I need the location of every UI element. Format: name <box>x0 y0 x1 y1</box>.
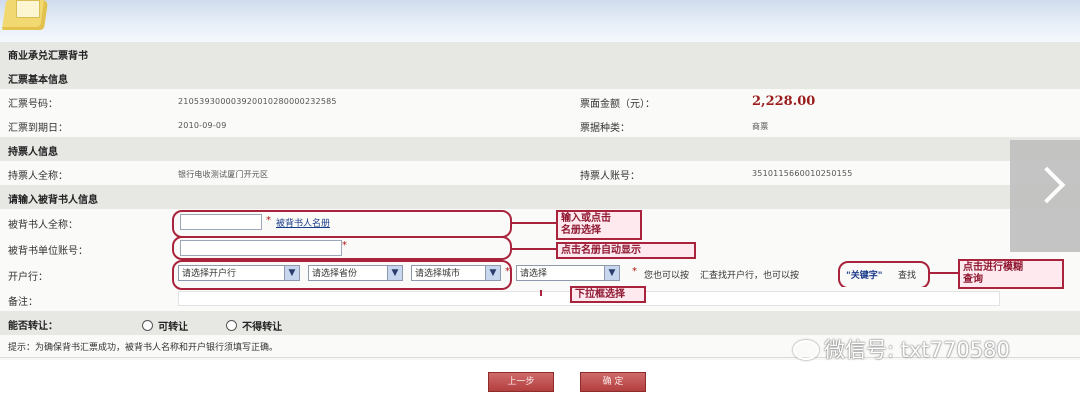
transfer-option-deny[interactable]: 不得转让 <box>226 316 282 335</box>
watermark-text: 微信号: txt770580 <box>824 338 1010 362</box>
annotation-connector <box>512 222 556 224</box>
transfer-option-allow[interactable]: 可转让 <box>142 316 188 335</box>
annotation-connector <box>930 272 958 274</box>
bill-number-value: 210539300003920010280000232585 <box>178 97 337 106</box>
table-row <box>0 113 1080 138</box>
chevron-right-icon <box>1028 166 1066 204</box>
keyword-search-link[interactable]: "关键字" <box>846 268 882 281</box>
bill-type-value: 商票 <box>752 122 769 131</box>
callout-search: 点击进行模糊 查询 <box>958 259 1064 289</box>
endorsee-account-label: 被背书单位账号： <box>8 246 88 257</box>
annotation-box-bank <box>172 260 512 290</box>
search-text: 查找 <box>898 271 917 281</box>
table-row <box>0 89 1080 114</box>
annotation-connector <box>540 290 542 296</box>
chevron-down-icon: ▼ <box>604 266 619 280</box>
holder-account-value: 3510115660010250155 <box>752 169 853 178</box>
remark-label: 备注： <box>8 297 38 308</box>
holder-name-value: 银行电收测试厦门开元区 <box>178 170 269 179</box>
callout-dropdown: 下拉框选择 <box>570 286 646 303</box>
wechat-icon <box>793 340 819 360</box>
transfer-option-deny-label: 不得转让 <box>242 322 283 333</box>
branch-select[interactable]: 请选择 ▼ <box>516 265 620 281</box>
next-arrow-button[interactable] <box>1010 140 1080 252</box>
bank-label: 开户行： <box>8 272 48 283</box>
annotation-box-account <box>172 236 512 260</box>
required-mark: * <box>632 266 637 277</box>
amount-value: 2,228.00 <box>752 94 816 109</box>
transfer-option-allow-label: 可转让 <box>158 322 189 333</box>
transfer-label: 能否转让： <box>8 321 58 332</box>
due-date-value: 2010-09-09 <box>178 121 227 130</box>
radio-button[interactable] <box>226 320 237 331</box>
bank-hint-1: 您也可以按 <box>644 271 690 281</box>
section-row <box>0 185 1080 210</box>
amount-label: 票面金额（元）： <box>580 99 655 110</box>
section-bill-info: 汇票基本信息 <box>8 75 68 86</box>
radio-button[interactable] <box>142 320 153 331</box>
due-date-label: 汇票到期日： <box>8 123 68 134</box>
document-icon <box>16 0 40 18</box>
tip-text: 提示：为确保背书汇票成功，被背书人名称和开户银行须填写正确。 <box>8 343 279 353</box>
bank-hint-2: 汇查找开户行，也可以按 <box>700 271 800 281</box>
endorsee-name-label: 被背书人全称： <box>8 220 78 231</box>
section-row <box>0 137 1080 162</box>
holder-name-label: 持票人全称： <box>8 171 68 182</box>
table-row <box>0 161 1080 186</box>
callout-account: 点击名册自动显示 <box>556 242 696 259</box>
section-endorsee: 请输入被背书人信息 <box>8 195 98 206</box>
section-row <box>0 65 1080 90</box>
callout-name: 输入或点击 名册选择 <box>556 210 642 240</box>
holder-account-label: 持票人账号： <box>580 171 640 182</box>
annotation-connector <box>512 248 556 250</box>
form-title: 商业承兑汇票背书 <box>8 51 88 62</box>
form-title-row <box>0 42 1080 66</box>
previous-step-button[interactable]: 上一步 <box>488 372 554 392</box>
annotation-box-name <box>172 210 512 238</box>
bill-number-label: 汇票号码： <box>8 99 58 110</box>
branch-select-value: 请选择 <box>520 269 548 279</box>
app-header <box>0 0 1080 42</box>
section-holder: 持票人信息 <box>8 147 58 158</box>
bill-type-label: 票据种类： <box>580 123 630 134</box>
confirm-button[interactable]: 确 定 <box>580 372 646 392</box>
